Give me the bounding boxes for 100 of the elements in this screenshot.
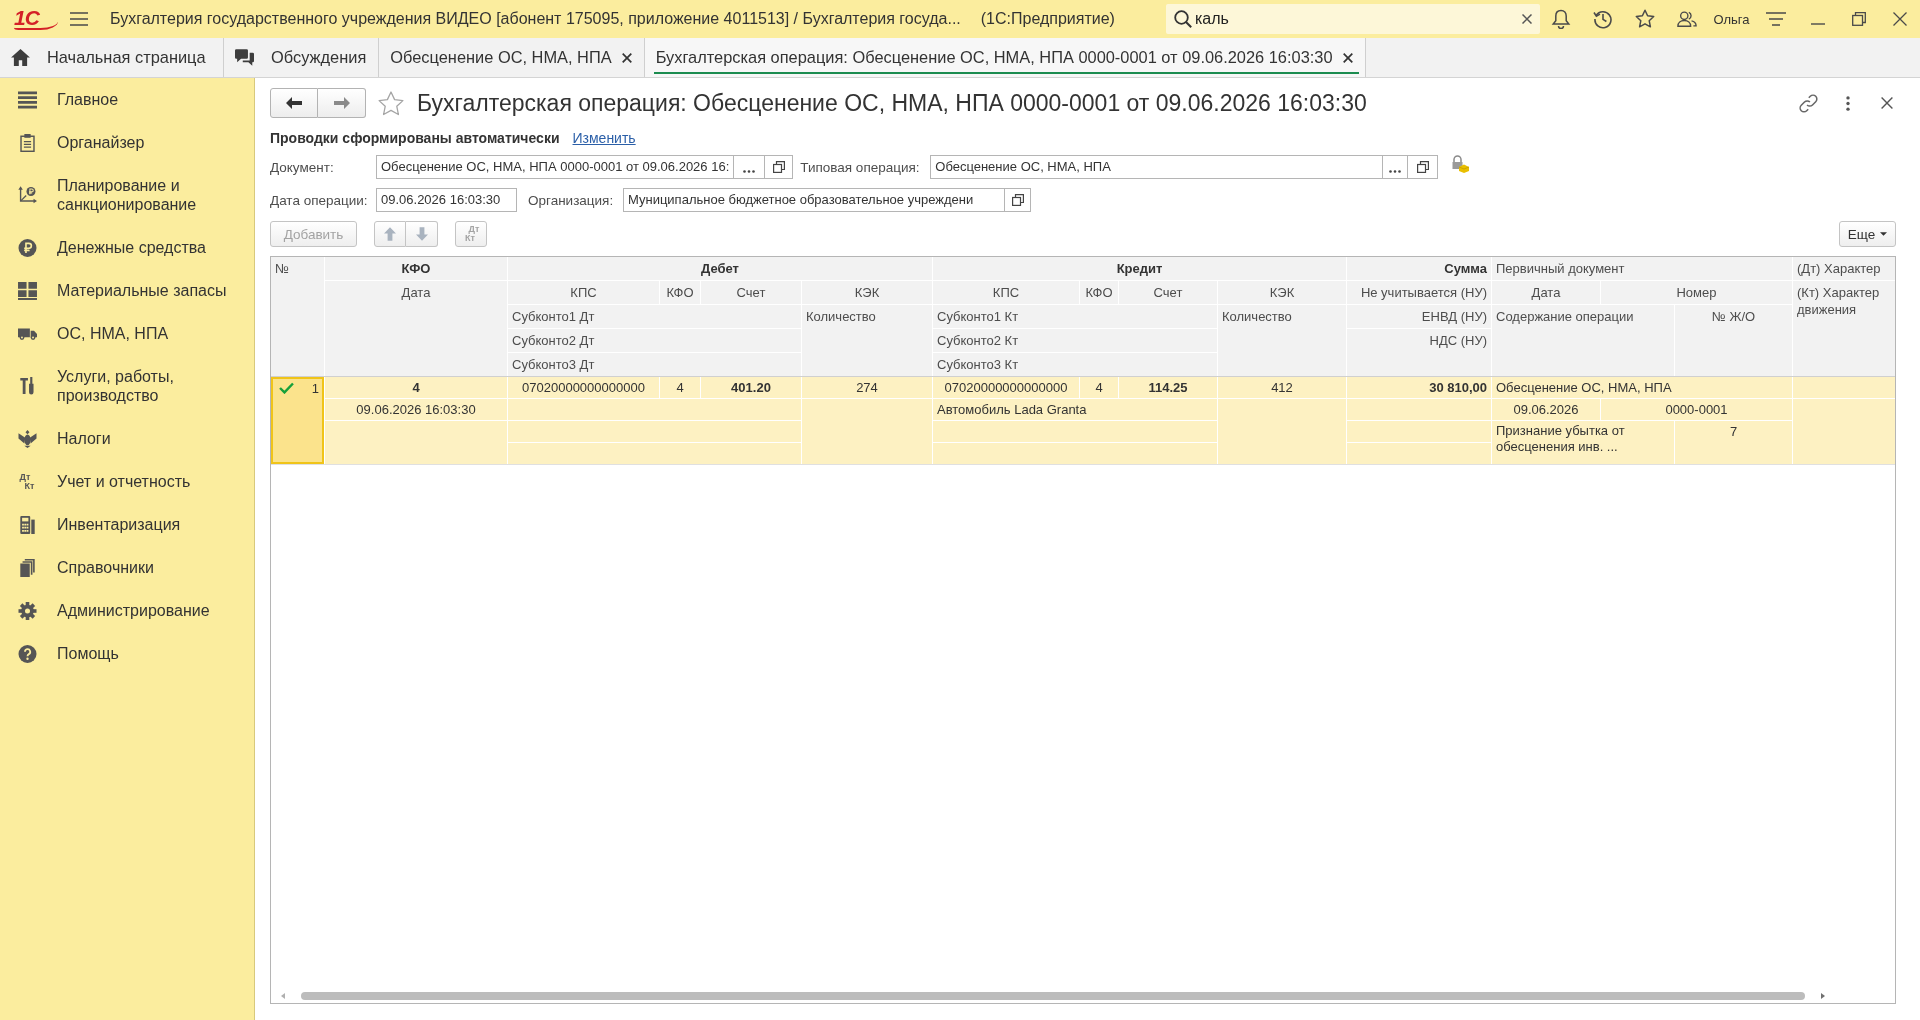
sidebar-item[interactable]: ОС, НМА, НПА: [0, 312, 254, 355]
table-cell: 07020000000000000: [933, 377, 1079, 398]
ellipsis-icon: [743, 169, 756, 173]
sidebar-item[interactable]: Услуги, работы, производство: [0, 355, 254, 417]
favorites-icon[interactable]: [1635, 9, 1655, 29]
documents-icon: [17, 558, 37, 577]
close-icon[interactable]: [1892, 12, 1907, 26]
column-header: №: [271, 257, 324, 376]
ellipsis-icon: [1389, 169, 1402, 173]
column-header: КЭК: [1218, 281, 1346, 304]
window-title: Бухгалтерия государственного учреждения ВИДЕО [абонент 175095, приложение 4011513] / Бухгалтерия госуда...: [110, 10, 961, 28]
scroll-right-icon[interactable]: [1821, 993, 1825, 999]
dt-kt-icon: Дт Кт: [19, 472, 35, 491]
table-cell: 114.25: [1119, 377, 1217, 398]
ruble-coin-icon: [17, 238, 37, 257]
more-button[interactable]: Еще: [1839, 221, 1896, 247]
table-cell: 30 810,00: [1347, 377, 1491, 398]
form-title: Бухгалтерская операция: Обесценение ОС, НМА, НПА 0000-0001 от 09.06.2026 16:03:30: [417, 89, 1367, 117]
star-icon[interactable]: [378, 90, 404, 116]
sidebar-item[interactable]: Дт Кт Учет и отчетность: [0, 460, 254, 503]
table-cell: 274: [802, 377, 932, 398]
selected-cell[interactable]: 1: [271, 377, 324, 464]
column-header: (Дт) Характер: [1793, 257, 1895, 280]
calculator-icon: [17, 515, 37, 534]
column-header: Номер: [1601, 281, 1792, 304]
column-header: Кредит: [933, 257, 1346, 280]
settings-lines-icon[interactable]: [1766, 9, 1786, 29]
notifications-icon[interactable]: [1551, 9, 1571, 29]
search-field[interactable]: каль: [1166, 4, 1540, 34]
tab[interactable]: Обесценение ОС, НМА, НПА: [379, 38, 645, 77]
date-field[interactable]: 09.06.2026 16:03:30: [376, 188, 517, 212]
caret-icon: [1880, 232, 1888, 236]
home-icon: [11, 49, 30, 66]
close-tab-icon[interactable]: [1342, 52, 1353, 63]
sidebar-item[interactable]: Денежные средства: [0, 226, 254, 269]
column-header: Количество: [1218, 305, 1346, 376]
platform-label: (1С:Предприятие): [980, 10, 1115, 28]
sidebar-item[interactable]: Планирование и санкционирование: [0, 164, 254, 226]
history-icon[interactable]: [1593, 9, 1613, 29]
column-header: КПС: [508, 281, 659, 304]
column-header: КФО: [660, 281, 700, 304]
sidebar-item[interactable]: Органайзер: [0, 121, 254, 164]
lock-icon[interactable]: [1451, 155, 1470, 173]
table-cell: 412: [1218, 377, 1346, 398]
column-header: КФО: [1080, 281, 1118, 304]
column-header: Субконто2 Кт: [933, 329, 1217, 352]
tab[interactable]: Бухгалтерская операция: Обесценение ОС, НМА, НПА 0000-0001 от 09.06.2026 16:03:30: [644, 38, 1366, 77]
link-icon[interactable]: [1799, 93, 1818, 113]
open-icon: [1416, 161, 1429, 173]
eagle-emblem-icon: [17, 429, 37, 448]
change-link[interactable]: Изменить: [572, 130, 636, 146]
open-button[interactable]: [1408, 155, 1439, 179]
column-header: Субконто1 Кт: [933, 305, 1217, 328]
operation-type-field[interactable]: Обесценение ОС, НМА, НПА: [930, 155, 1384, 179]
clear-icon[interactable]: [1522, 14, 1532, 24]
open-icon: [1011, 194, 1024, 206]
more-icon[interactable]: [1846, 95, 1850, 111]
table-cell: 4: [1080, 377, 1118, 398]
column-header: Количество: [802, 305, 932, 376]
table-cell: Автомобиль Lada Granta: [933, 399, 1217, 420]
sidebar-item[interactable]: Инвентаризация: [0, 503, 254, 546]
restore-icon[interactable]: [1852, 12, 1866, 26]
column-header: КФО: [325, 257, 507, 280]
sidebar-item[interactable]: Материальные запасы: [0, 269, 254, 312]
app-logo[interactable]: 1С: [14, 8, 58, 30]
table-cell: Обесценение ОС, НМА, НПА: [1492, 377, 1792, 398]
column-header: НДС (НУ): [1347, 329, 1491, 376]
chat-icon: [235, 49, 254, 66]
document-field[interactable]: Обесценение ОС, НМА, НПА 0000-0001 от 09.06.2026 16:: [376, 155, 735, 179]
column-header: Субконто3 Дт: [508, 353, 801, 376]
open-icon: [772, 161, 785, 173]
column-header: Содержание операции: [1492, 305, 1674, 376]
organization-field[interactable]: Муниципальное бюджетное образовательное учреждени: [623, 188, 1005, 212]
table-cell: 4: [325, 377, 507, 398]
close-icon[interactable]: [1881, 97, 1893, 109]
table-cell: 0000-0001: [1601, 399, 1792, 420]
users-icon[interactable]: [1677, 9, 1697, 29]
column-header: Субконто1 Дт: [508, 305, 801, 328]
table-row[interactable]: [271, 377, 1895, 465]
sidebar-item[interactable]: Помощь: [0, 632, 254, 675]
column-header: Дебет: [508, 257, 932, 280]
user-name[interactable]: Ольга: [1713, 11, 1750, 27]
tab[interactable]: Обсуждения: [224, 38, 380, 77]
field-label: Организация:: [528, 192, 615, 208]
tab[interactable]: Начальная страница: [0, 38, 224, 77]
open-button[interactable]: [765, 155, 794, 179]
search-icon: [1174, 10, 1192, 28]
sidebar-item[interactable]: Налоги: [0, 417, 254, 460]
menu-icon[interactable]: [70, 12, 88, 26]
sidebar-item[interactable]: Главное: [0, 78, 254, 121]
open-button[interactable]: [1005, 188, 1031, 212]
column-header: Первичный документ: [1492, 257, 1792, 280]
tools-icon: [17, 377, 37, 395]
sidebar-item[interactable]: Справочники: [0, 546, 254, 589]
table-cell: 07020000000000000: [508, 377, 659, 398]
scrollbar-thumb[interactable]: [301, 992, 1805, 1000]
sidebar-item[interactable]: Администрирование: [0, 589, 254, 632]
notice-text: Проводки сформированы автоматически: [270, 130, 560, 146]
back-button[interactable]: [270, 88, 318, 118]
close-tab-icon[interactable]: [621, 52, 632, 63]
